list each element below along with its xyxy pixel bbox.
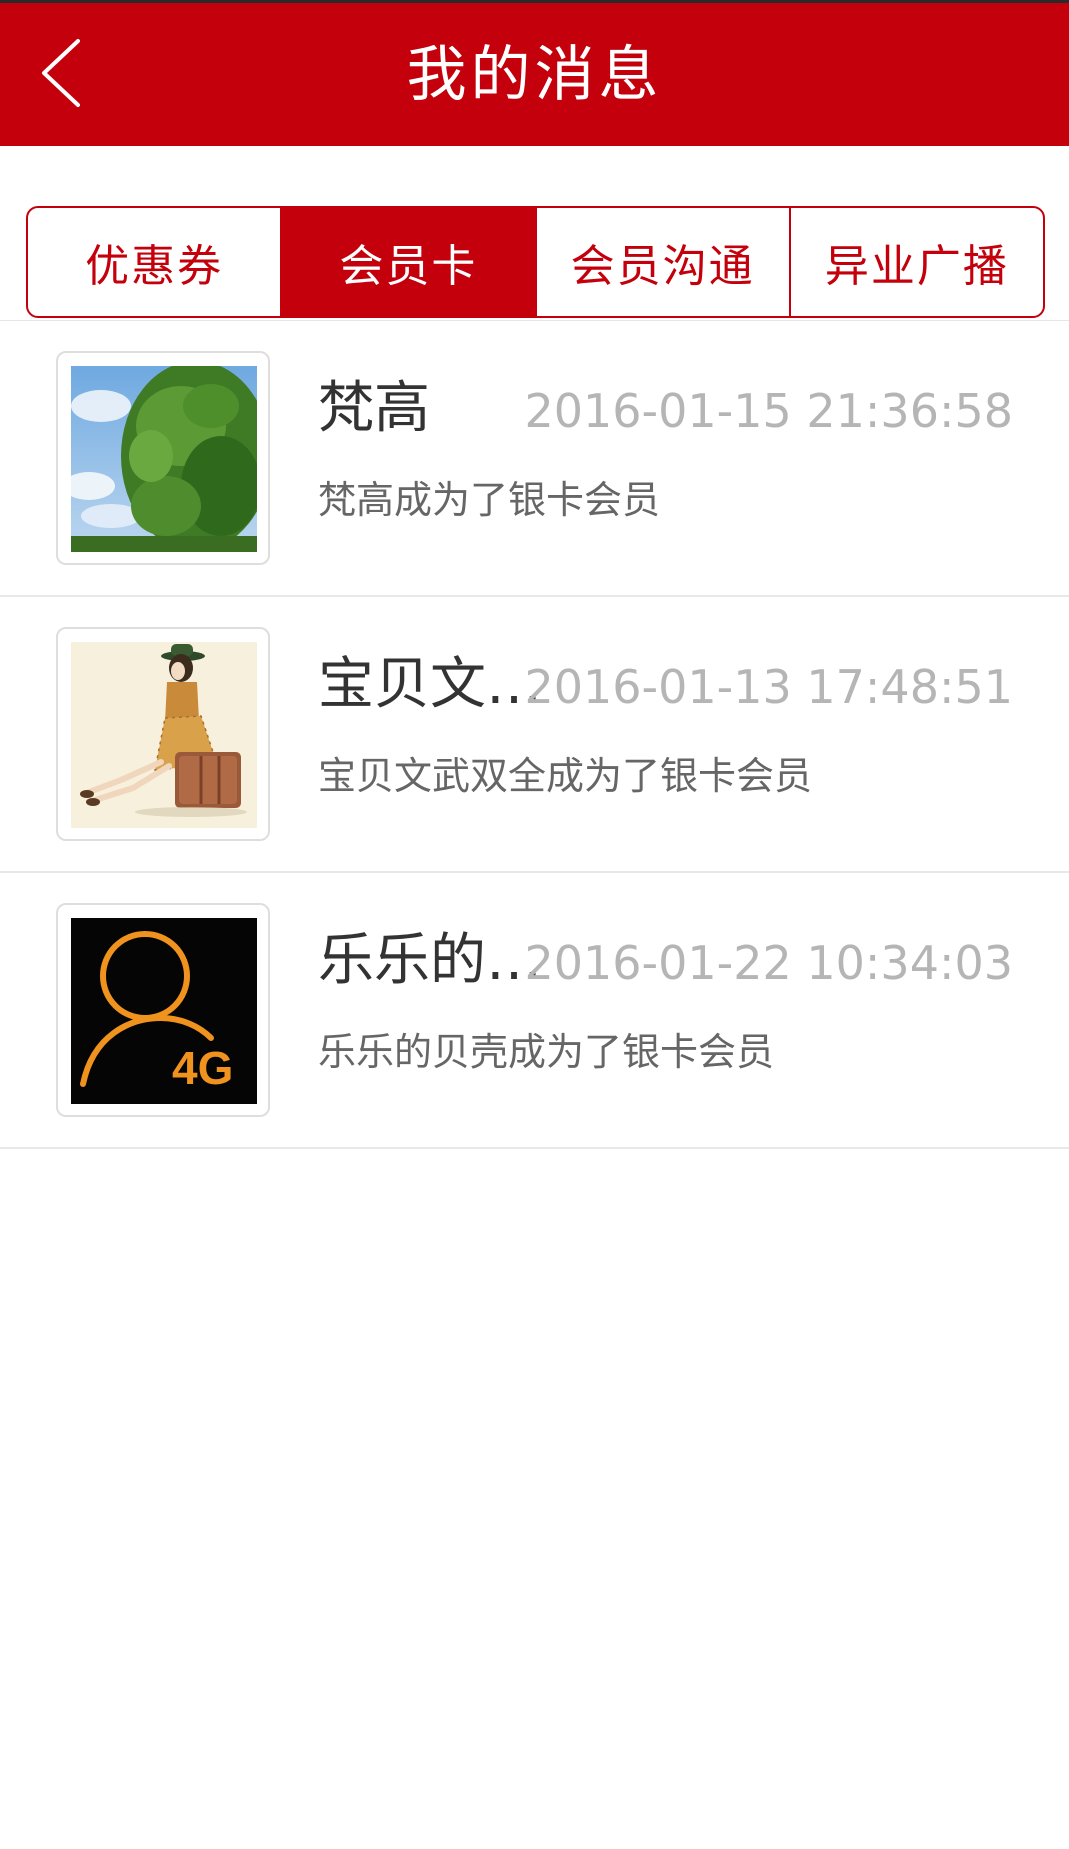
messages-page: 我的消息 优惠券 会员卡 会员沟通 异业广播 梵高 2016-01-15 21:…	[0, 0, 1069, 1849]
message-sender-name: 宝贝文…	[318, 652, 542, 717]
message-item[interactable]: 梵高 2016-01-15 21:36:58 梵高成为了银卡会员	[0, 321, 1069, 597]
header-bar: 我的消息	[0, 0, 1069, 146]
message-item[interactable]: 4G 乐乐的… 2016-01-22 10:34:03 乐乐的贝壳成为了银卡会员	[0, 873, 1069, 1149]
tab-cross-industry-broadcast[interactable]: 异业广播	[791, 208, 1043, 316]
page-title: 我的消息	[406, 40, 663, 110]
user-4g-icon: 4G	[71, 918, 257, 1104]
message-timestamp: 2016-01-15 21:36:58	[524, 384, 1013, 438]
avatar	[56, 351, 270, 565]
message-sender-name: 乐乐的…	[318, 928, 542, 993]
avatar: 4G	[56, 903, 270, 1117]
tab-bar: 优惠券 会员卡 会员沟通 异业广播	[26, 206, 1045, 318]
message-text: 乐乐的贝壳成为了银卡会员	[318, 1030, 775, 1074]
message-list: 梵高 2016-01-15 21:36:58 梵高成为了银卡会员 宝贝文… 20…	[0, 321, 1069, 1149]
message-text: 宝贝文武双全成为了银卡会员	[318, 754, 813, 798]
message-item[interactable]: 宝贝文… 2016-01-13 17:48:51 宝贝文武双全成为了银卡会员	[0, 597, 1069, 873]
avatar-4g-label: 4G	[172, 1042, 233, 1094]
tab-coupons[interactable]: 优惠券	[28, 208, 283, 316]
message-text: 梵高成为了银卡会员	[318, 478, 661, 522]
tree-sky-photo	[71, 366, 257, 552]
avatar	[56, 627, 270, 841]
girl-on-suitcase-illustration	[71, 642, 257, 828]
tab-member-communication[interactable]: 会员沟通	[537, 208, 791, 316]
message-timestamp: 2016-01-22 10:34:03	[524, 936, 1013, 990]
tab-membership-card[interactable]: 会员卡	[282, 208, 537, 316]
message-timestamp: 2016-01-13 17:48:51	[524, 660, 1013, 714]
message-sender-name: 梵高	[318, 376, 430, 441]
